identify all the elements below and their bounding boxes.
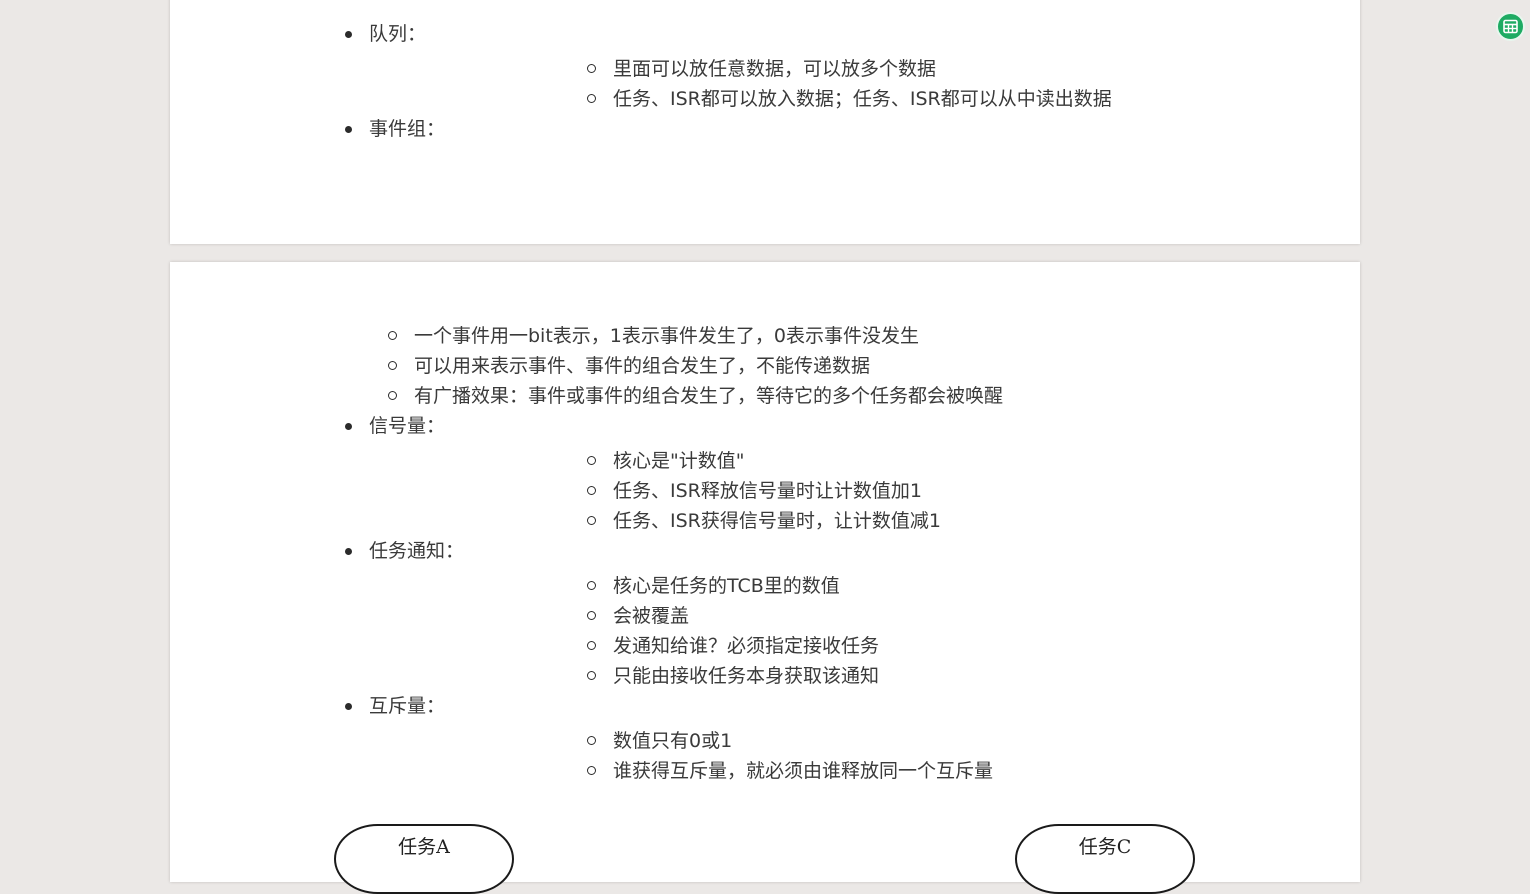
sub-list-item: 里面可以放任意数据，可以放多个数据	[369, 54, 1360, 84]
sub-list-item: 只能由接收任务本身获取该通知	[369, 661, 1360, 691]
bullet-list: 队列： 里面可以放任意数据，可以放多个数据 任务、ISR都可以放入数据；任务、I…	[170, 0, 1360, 144]
sub-list-item: 任务、ISR获得信号量时，让计数值减1	[369, 506, 1360, 536]
sub-list-item: 任务、ISR都可以放入数据；任务、ISR都可以从中读出数据	[369, 84, 1360, 114]
sub-list-item: 一个事件用一bit表示，1表示事件发生了，0表示事件没发生	[170, 321, 1360, 351]
list-item-mutex: 互斥量： 数值只有0或1 谁获得互斥量，就必须由谁释放同一个互斥量	[170, 691, 1360, 786]
sub-list-item: 有广播效果：事件或事件的组合发生了，等待它的多个任务都会被唤醒	[170, 381, 1360, 411]
sub-list: 数值只有0或1 谁获得互斥量，就必须由谁释放同一个互斥量	[369, 726, 1360, 786]
list-item-event-group: 事件组：	[170, 114, 1360, 144]
diagram-task-c: 任务C	[1015, 824, 1195, 894]
sub-list-item: 核心是"计数值"	[369, 446, 1360, 476]
list-item-label: 信号量：	[369, 415, 446, 437]
list-item-label: 任务通知：	[369, 540, 465, 562]
list-item-task-notification: 任务通知： 核心是任务的TCB里的数值 会被覆盖 发通知给谁？必须指定接收任务 …	[170, 536, 1360, 691]
list-item-semaphore: 信号量： 核心是"计数值" 任务、ISR释放信号量时让计数值加1 任务、ISR获…	[170, 411, 1360, 536]
sub-list: 核心是"计数值" 任务、ISR释放信号量时让计数值加1 任务、ISR获得信号量时…	[369, 446, 1360, 536]
sub-list-item: 谁获得互斥量，就必须由谁释放同一个互斥量	[369, 756, 1360, 786]
sub-list-item: 可以用来表示事件、事件的组合发生了，不能传递数据	[170, 351, 1360, 381]
document-page-1: 队列： 里面可以放任意数据，可以放多个数据 任务、ISR都可以放入数据；任务、I…	[170, 0, 1360, 244]
list-item-queue: 队列： 里面可以放任意数据，可以放多个数据 任务、ISR都可以放入数据；任务、I…	[170, 19, 1360, 114]
sub-list-item: 数值只有0或1	[369, 726, 1360, 756]
sub-list: 里面可以放任意数据，可以放多个数据 任务、ISR都可以放入数据；任务、ISR都可…	[369, 54, 1360, 114]
sub-list: 核心是任务的TCB里的数值 会被覆盖 发通知给谁？必须指定接收任务 只能由接收任…	[369, 571, 1360, 691]
sub-list-item: 会被覆盖	[369, 601, 1360, 631]
sub-list-item: 任务、ISR释放信号量时让计数值加1	[369, 476, 1360, 506]
list-item-label: 事件组：	[369, 118, 446, 140]
sub-list: 一个事件用一bit表示，1表示事件发生了，0表示事件没发生 可以用来表示事件、事…	[170, 321, 1360, 411]
sub-list-item: 发通知给谁？必须指定接收任务	[369, 631, 1360, 661]
bullet-list: 一个事件用一bit表示，1表示事件发生了，0表示事件没发生 可以用来表示事件、事…	[170, 262, 1360, 786]
list-item-label: 队列：	[369, 23, 427, 45]
table-icon[interactable]	[1496, 12, 1525, 41]
table-icon-glyph	[1503, 19, 1518, 34]
diagram-task-a: 任务A	[334, 824, 514, 894]
document-page-2: 一个事件用一bit表示，1表示事件发生了，0表示事件没发生 可以用来表示事件、事…	[170, 262, 1360, 894]
list-item-label: 互斥量：	[369, 695, 446, 717]
event-group-continuation: 一个事件用一bit表示，1表示事件发生了，0表示事件没发生 可以用来表示事件、事…	[170, 321, 1360, 411]
sub-list-item: 核心是任务的TCB里的数值	[369, 571, 1360, 601]
